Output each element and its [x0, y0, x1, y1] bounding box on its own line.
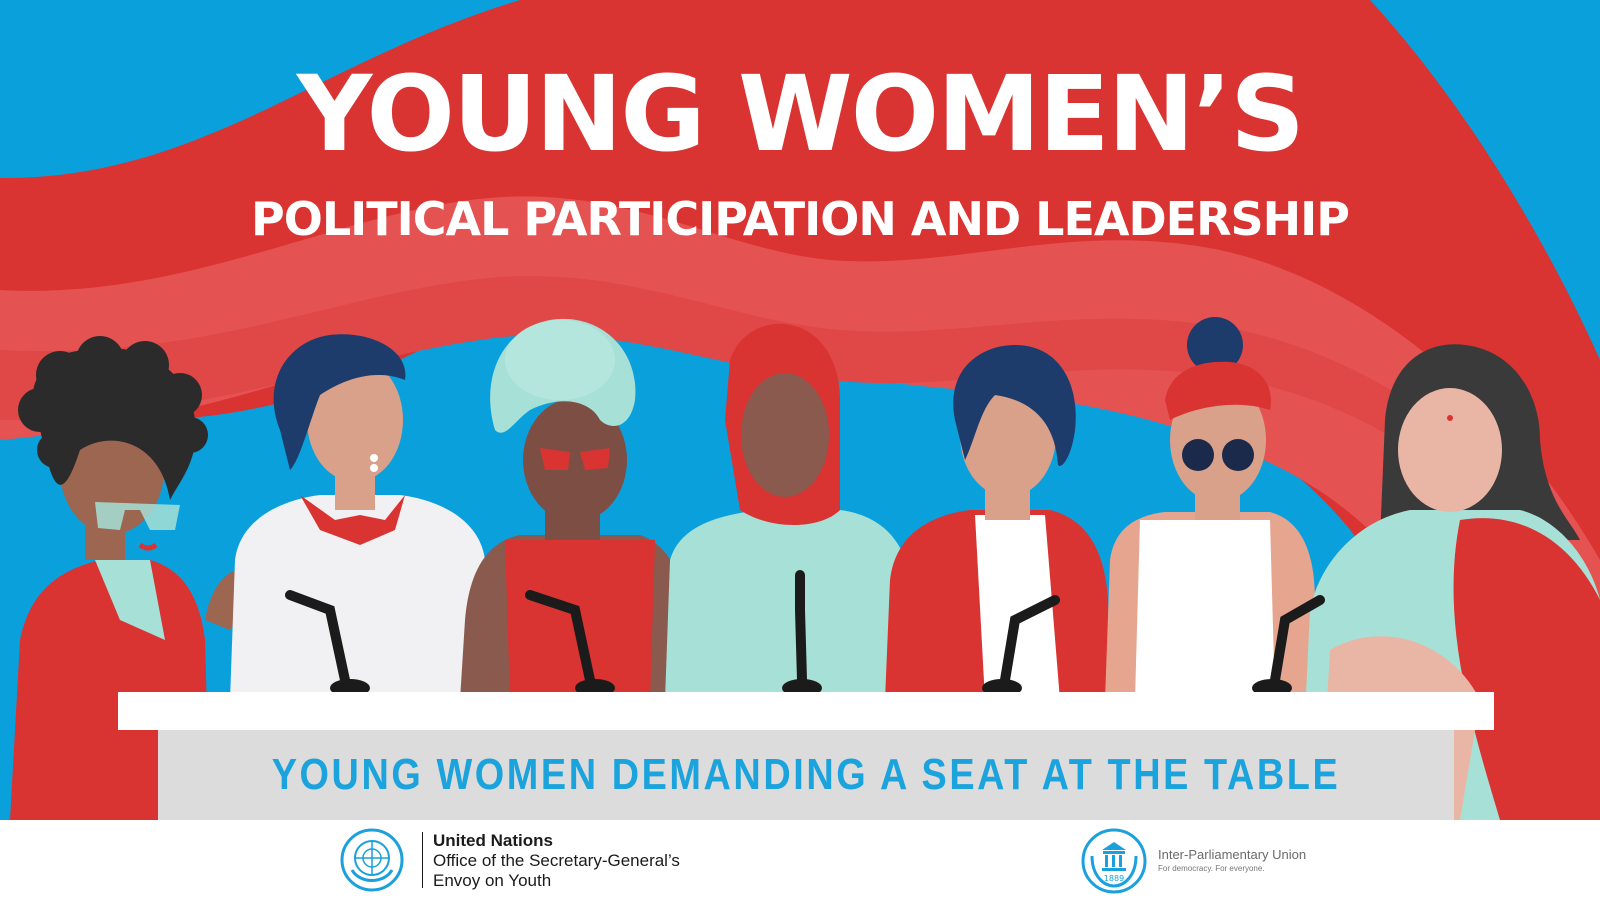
un-line3: Envoy on Youth [433, 871, 552, 890]
tagline-banner: YOUNG WOMEN DEMANDING A SEAT AT THE TABL… [158, 730, 1454, 820]
table-top [118, 692, 1494, 730]
un-office-name: United Nations Office of the Secretary-G… [433, 831, 680, 891]
ipu-title: Inter-Parliamentary Union [1158, 847, 1307, 862]
ipu-emblem-icon: 1889 [1081, 828, 1147, 894]
page-title: YOUNG WOMEN’S [296, 53, 1305, 175]
un-line2: Office of the Secretary-General’s [433, 851, 680, 870]
un-emblem-icon [340, 828, 404, 892]
footer [0, 820, 1600, 900]
ipu-name: Inter-Parliamentary Union For democracy.… [1158, 847, 1306, 875]
un-line1: United Nations [433, 831, 553, 850]
logo-divider [422, 832, 423, 888]
page-subtitle: POLITICAL PARTICIPATION AND LEADERSHIP [251, 192, 1350, 246]
tagline-text: YOUNG WOMEN DEMANDING A SEAT AT THE TABL… [271, 750, 1341, 799]
ipu-tagline: For democracy. For everyone. [1158, 864, 1265, 873]
ipu-year: 1889 [1104, 874, 1124, 883]
